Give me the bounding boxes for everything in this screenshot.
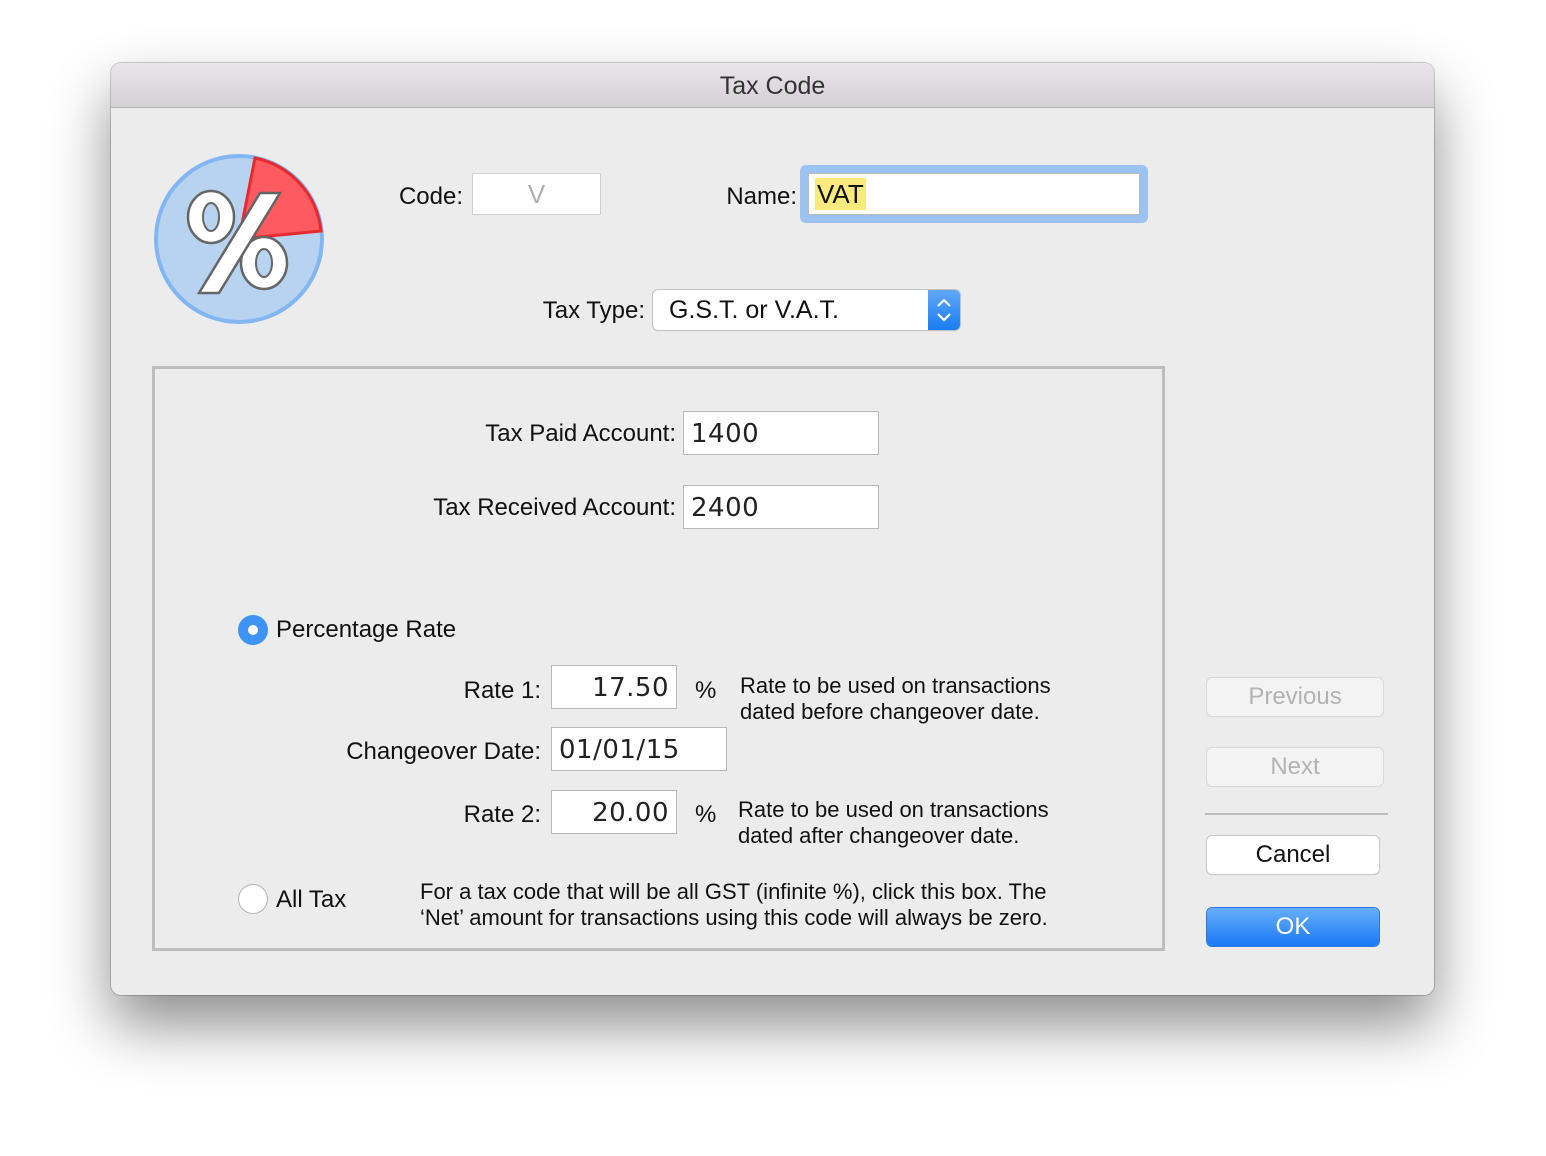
name-field[interactable]: VAT: [808, 173, 1140, 215]
window-title: Tax Code: [111, 63, 1434, 108]
rate2-field[interactable]: 20.00: [551, 790, 677, 834]
rate1-description: Rate to be used on transactions dated be…: [740, 673, 1051, 725]
rate2-description: Rate to be used on transactions dated af…: [738, 797, 1049, 849]
percentage-rate-label[interactable]: Percentage Rate: [276, 616, 456, 644]
name-label: Name:: [726, 183, 797, 210]
tax-type-popup[interactable]: G.S.T. or V.A.T.: [653, 290, 960, 330]
rate1-field[interactable]: 17.50: [551, 665, 677, 709]
rate-settings-group: [152, 366, 1165, 951]
rate2-description-line2: dated after changeover date.: [738, 823, 1020, 848]
previous-button[interactable]: Previous: [1207, 678, 1383, 716]
all-tax-description-line2: ‘Net’ amount for transactions using this…: [420, 905, 1048, 930]
rate2-label: Rate 2:: [463, 801, 541, 828]
all-tax-radio[interactable]: [238, 884, 268, 914]
tax-received-account-label: Tax Received Account:: [433, 494, 676, 521]
rate2-description-line1: Rate to be used on transactions: [738, 797, 1049, 822]
up-down-chevron-icon: [928, 290, 960, 330]
tax-type-label: Tax Type:: [542, 297, 645, 324]
code-field[interactable]: V: [472, 173, 601, 215]
rate2-percent-sign: %: [695, 801, 717, 828]
rate1-description-line1: Rate to be used on transactions: [740, 673, 1051, 698]
rate1-description-line2: dated before changeover date.: [740, 699, 1040, 724]
name-field-selected-text: VAT: [815, 178, 866, 210]
tax-paid-account-field[interactable]: 1400: [683, 411, 879, 455]
cancel-button[interactable]: Cancel: [1207, 836, 1379, 874]
tax-type-value: G.S.T. or V.A.T.: [669, 296, 839, 324]
tax-received-account-field[interactable]: 2400: [683, 485, 879, 529]
percentage-rate-radio[interactable]: [238, 615, 268, 645]
next-button[interactable]: Next: [1207, 748, 1383, 786]
tax-code-dialog: Tax Code Code: V Name: VAT Tax Type: G.S…: [111, 63, 1434, 995]
tax-paid-account-label: Tax Paid Account:: [485, 420, 676, 447]
percent-pie-icon: [153, 153, 325, 325]
code-label: Code:: [398, 183, 463, 210]
changeover-date-field[interactable]: 01/01/15: [551, 727, 727, 771]
all-tax-description: For a tax code that will be all GST (inf…: [420, 879, 1048, 931]
rate1-percent-sign: %: [695, 677, 717, 704]
ok-button[interactable]: OK: [1207, 908, 1379, 946]
all-tax-label[interactable]: All Tax: [276, 886, 346, 914]
rate1-label: Rate 1:: [463, 677, 541, 704]
changeover-date-label: Changeover Date:: [346, 738, 541, 765]
button-separator: [1205, 813, 1388, 815]
all-tax-description-line1: For a tax code that will be all GST (inf…: [420, 879, 1047, 904]
